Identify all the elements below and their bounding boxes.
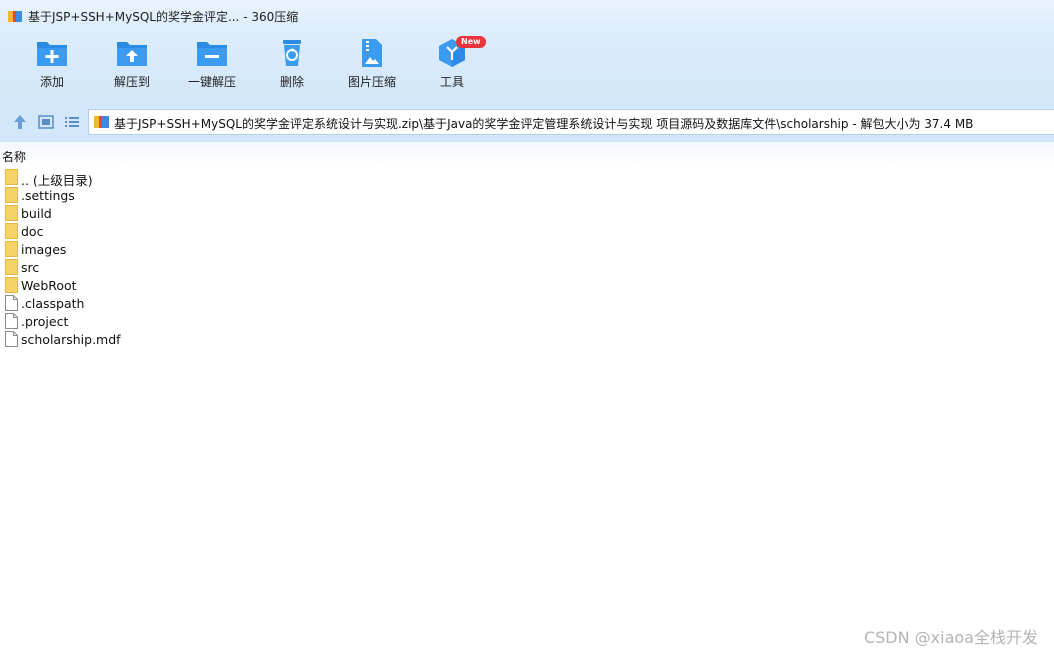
archive-icon [94,116,109,128]
extract-to-button[interactable]: 解压到 [92,38,172,90]
column-header-name[interactable]: 名称 [2,148,26,165]
folder-icon [5,259,18,275]
list-view-icon[interactable] [63,113,81,131]
image-compress-button[interactable]: 图片压缩 [332,38,412,90]
extract-to-label: 解压到 [113,75,150,89]
item-name: images [21,242,67,257]
folder-icon [5,277,18,293]
folder-row[interactable]: doc [0,222,1054,240]
file-icon [5,331,18,347]
file-list: .. (上级目录) .settings build doc images src WebRo… [0,168,1054,348]
folder-icon [5,205,18,221]
archive-app-icon [8,11,22,22]
file-icon [5,295,18,311]
address-bar[interactable]: 基于JSP+SSH+MySQL的奖学金评定系统设计与实现.zip\基于Java的… [88,109,1054,135]
list-header: 名称 [0,142,1054,166]
window-title: 基于JSP+SSH+MySQL的奖学金评定... - 360压缩 [28,10,299,24]
file-icon [5,313,18,329]
folder-minus-icon [197,42,227,66]
folder-icon [5,187,18,203]
item-name: doc [21,224,44,239]
navigation-bar: 基于JSP+SSH+MySQL的奖学金评定系统设计与实现.zip\基于Java的… [0,102,1054,142]
folder-row[interactable]: images [0,240,1054,258]
add-label: 添加 [39,75,64,89]
folder-icon [5,223,18,239]
folder-row[interactable]: WebRoot [0,276,1054,294]
file-row[interactable]: .classpath [0,294,1054,312]
toolbar: 添加 解压到 一键解压 删除 图片压缩 New 工具 [0,32,1054,102]
folder-extract-icon [117,42,147,66]
tools-label: 工具 [439,75,464,89]
thumbnail-view-icon[interactable] [37,113,55,131]
folder-icon [5,241,18,257]
image-compress-label: 图片压缩 [347,75,396,89]
file-row[interactable]: .project [0,312,1054,330]
one-click-extract-label: 一键解压 [187,75,236,89]
item-name: scholarship.mdf [21,332,121,347]
item-name: WebRoot [21,278,77,293]
item-name: build [21,206,52,221]
add-button[interactable]: 添加 [12,38,92,90]
item-name: .project [21,314,69,329]
image-zip-icon [362,39,382,67]
folder-row[interactable]: .settings [0,186,1054,204]
file-row[interactable]: scholarship.mdf [0,330,1054,348]
folder-icon [5,169,18,185]
tools-button[interactable]: New 工具 [412,36,492,90]
delete-button[interactable]: 删除 [252,38,332,90]
item-name: .classpath [21,296,85,311]
delete-label: 删除 [279,75,304,89]
watermark: CSDN @xiaoa全栈开发 [863,628,1038,647]
recycle-bin-icon [283,40,301,66]
item-name: .settings [21,188,75,203]
address-path: 基于JSP+SSH+MySQL的奖学金评定系统设计与实现.zip\基于Java的… [114,117,974,131]
folder-row[interactable]: src [0,258,1054,276]
up-arrow-icon[interactable] [11,113,29,131]
folder-add-icon [37,42,67,66]
folder-row[interactable]: .. (上级目录) [0,168,1054,188]
folder-row[interactable]: build [0,204,1054,222]
item-name: src [21,260,40,275]
new-badge: New [456,36,486,48]
one-click-extract-button[interactable]: 一键解压 [172,38,252,90]
title-bar: 基于JSP+SSH+MySQL的奖学金评定... - 360压缩 [0,0,1054,32]
